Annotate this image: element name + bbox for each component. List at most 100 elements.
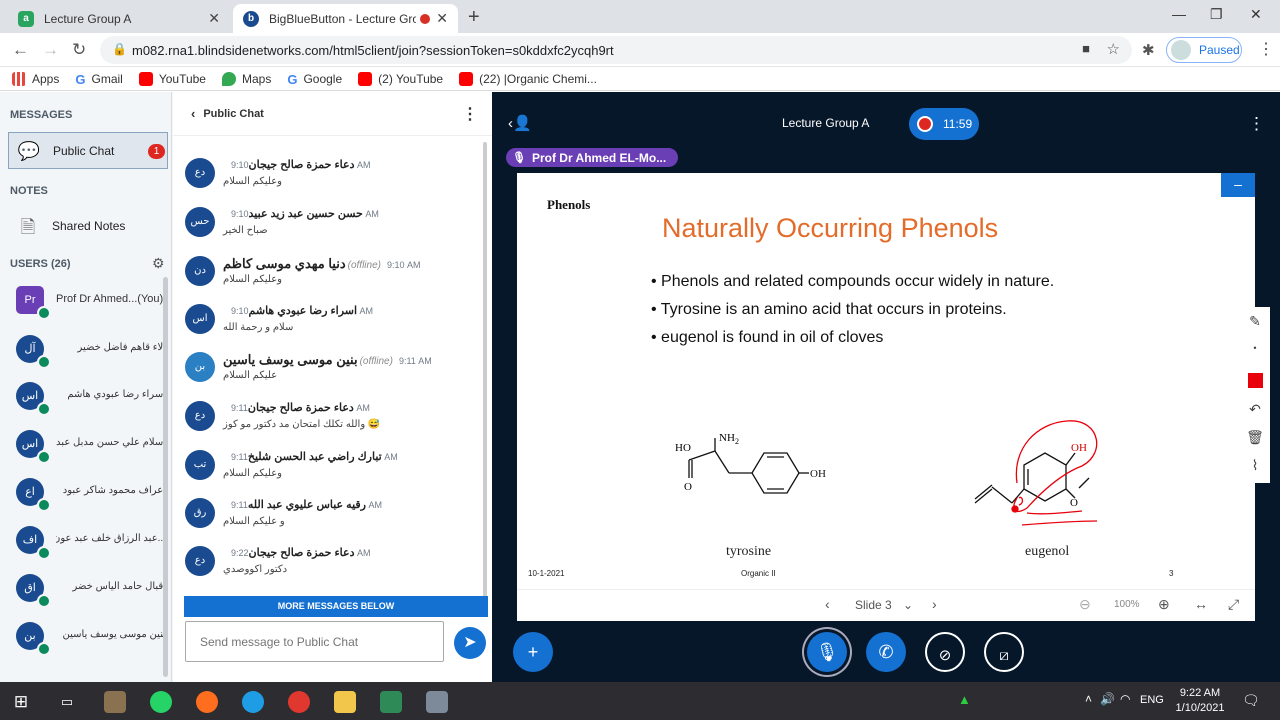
tray-icon[interactable]: ▲	[958, 692, 971, 707]
firefox-icon[interactable]	[196, 691, 218, 713]
user-list-item[interactable]: اس اسراء رضا عبودي هاشم	[16, 382, 166, 422]
app-icon[interactable]	[380, 691, 402, 713]
chat-bubble-icon: 💬	[17, 141, 41, 161]
undo-icon[interactable]: ↶	[1245, 401, 1265, 421]
user-list-item[interactable]: آل آلاء قاهم فاضل خضير	[16, 335, 166, 375]
more-messages-below-button[interactable]: MORE MESSAGES BELOW	[184, 596, 488, 617]
chevron-up-icon[interactable]: ˄	[1085, 692, 1092, 706]
wifi-icon[interactable]: ◠	[1120, 692, 1130, 706]
fit-width-icon[interactable]: ↔	[1194, 596, 1208, 612]
message-text: عليكم السلام	[223, 370, 278, 381]
user-list-item[interactable]: اف ...عبد الرزاق خلف عبد عون	[16, 526, 166, 566]
new-tab-button[interactable]: +	[468, 6, 480, 29]
bookmark-google[interactable]: G Google	[287, 72, 342, 87]
store-icon[interactable]	[104, 691, 126, 713]
chat-options-icon[interactable]: ⋮	[462, 104, 478, 124]
gear-icon[interactable]: ⚙	[152, 255, 165, 272]
bookmark-maps[interactable]: Maps	[221, 71, 271, 86]
public-chat-nav-item[interactable]: 💬 Public Chat 1	[8, 132, 168, 169]
chat-scrollbar[interactable]	[483, 142, 487, 612]
chat-message-input[interactable]	[185, 621, 444, 662]
bookmark-youtube-2[interactable]: (2) YouTube	[358, 71, 443, 86]
chevron-left-icon[interactable]: ‹	[191, 106, 195, 121]
system-clock[interactable]: 9:22 AM 1/10/2021	[1170, 686, 1230, 716]
app-icon[interactable]	[426, 691, 448, 713]
user-list-item[interactable]: اق اقبال حامد الياس خضر	[16, 574, 166, 614]
tab-lecture-group[interactable]: a Lecture Group A ✕	[8, 4, 230, 33]
slide-footer-date: 10-1-2021	[528, 569, 565, 578]
eugenol-label: eugenol	[1025, 544, 1070, 559]
user-list-item[interactable]: اس اسلام علي حسن مدبل عبد	[16, 430, 166, 470]
tab-bigbluebutton[interactable]: b BigBlueButton - Lecture Gro ✕	[233, 4, 458, 33]
chrome-icon[interactable]	[288, 691, 310, 713]
color-picker-button[interactable]	[1245, 371, 1265, 391]
slide-selector[interactable]: Slide 3 ⌄	[855, 598, 913, 612]
chat-message: حس حسن حسين عبد زيد عبيد9:10 AM صباح الخ…	[185, 205, 475, 253]
task-view-icon[interactable]: ▭	[56, 691, 78, 713]
profile-paused-button[interactable]: Paused	[1166, 37, 1242, 63]
document-icon: 🗎	[20, 217, 36, 237]
options-menu-icon[interactable]: ⋮	[1248, 114, 1265, 134]
notification-icon[interactable]: 🗨	[1242, 692, 1260, 709]
actions-plus-button[interactable]: +	[513, 632, 553, 672]
close-window-icon[interactable]: ✕	[1250, 6, 1262, 23]
back-arrow-icon[interactable]: ←	[12, 40, 29, 60]
avatar: بن	[185, 352, 215, 382]
share-screen-button[interactable]: ⧄	[984, 632, 1024, 672]
extensions-icon[interactable]: ✱	[1142, 41, 1155, 59]
previous-slide-icon[interactable]: ‹	[825, 596, 830, 612]
avatar: دع	[185, 401, 215, 431]
close-tab-icon[interactable]: ✕	[436, 10, 448, 27]
bookmark-organic-chemistry[interactable]: (22) |Organic Chemi...	[459, 71, 597, 86]
minimize-presentation-button[interactable]: –	[1221, 173, 1255, 197]
zoom-level: 100%	[1114, 599, 1140, 610]
chat-message: بن بنين موسى يوسف ياسين (offline) 9:11 AM …	[185, 350, 475, 398]
bookmark-youtube[interactable]: YouTube	[138, 71, 206, 86]
zoom-out-icon[interactable]: ⊖	[1079, 596, 1091, 613]
presentation-slide: Phenols Naturally Occurring Phenols • Ph…	[517, 173, 1255, 621]
slide-footer-course: Organic II	[741, 569, 776, 578]
user-list-item[interactable]: اع اعراف محمود شاكر عبود	[16, 478, 166, 518]
camera-icon[interactable]: ■	[1082, 41, 1090, 56]
multi-user-whiteboard-icon[interactable]: ⌇	[1245, 457, 1265, 477]
whatsapp-icon[interactable]	[150, 691, 172, 713]
unmute-microphone-button[interactable]: 🎙	[807, 632, 847, 672]
share-webcam-button[interactable]: ⊘	[925, 632, 965, 672]
user-list-item[interactable]: بن بنين موسى يوسف ياسين	[16, 622, 166, 662]
bookmark-gmail[interactable]: G Gmail	[75, 72, 122, 87]
volume-icon[interactable]: 🔊	[1100, 692, 1115, 706]
chat-message: رق رقيه عباس عليوي عبد الله9:11 AM و علي…	[185, 496, 475, 544]
minimize-icon[interactable]: —	[1172, 6, 1186, 22]
recording-tab-icon	[420, 13, 431, 24]
leave-audio-button[interactable]: ✆	[866, 632, 906, 672]
fullscreen-icon[interactable]: ⤢	[1228, 596, 1239, 613]
recording-indicator[interactable]: 11:59	[909, 108, 979, 140]
eugenol-structure: OH O	[974, 420, 1098, 526]
microphone-icon: 🎙	[512, 152, 526, 164]
user-list-toggle-icon[interactable]: ‹👤	[508, 114, 532, 132]
language-indicator[interactable]: ENG	[1140, 694, 1164, 706]
url-field[interactable]: 🔒 m082.rna1.blindsidenetworks.com/html5c…	[100, 36, 1132, 64]
file-explorer-icon[interactable]	[334, 691, 356, 713]
user-list-scrollbar[interactable]	[163, 277, 168, 677]
thickness-dot-icon[interactable]: •	[1245, 343, 1265, 363]
zoom-in-icon[interactable]: ⊕	[1158, 596, 1170, 613]
next-slide-icon[interactable]: ›	[932, 596, 937, 612]
message-sender: حسن حسين عبد زيد عبيد9:10 AM	[231, 208, 379, 220]
star-icon[interactable]: ☆	[1107, 40, 1120, 58]
bookmark-apps[interactable]: Apps	[12, 71, 59, 86]
forward-arrow-icon[interactable]: →	[42, 40, 59, 60]
tab-title: BigBlueButton - Lecture Gro	[269, 11, 417, 26]
shared-notes-nav-item[interactable]: 🗎 Shared Notes	[8, 207, 168, 244]
pencil-icon[interactable]: ✎	[1245, 313, 1265, 333]
annotation-drawing	[1011, 420, 1098, 526]
maximize-icon[interactable]: ❐	[1210, 6, 1223, 23]
windows-start-icon[interactable]: ⊞	[10, 691, 32, 713]
reload-icon[interactable]: ↻	[72, 40, 86, 60]
trash-icon[interactable]: 🗑	[1245, 429, 1265, 449]
edge-icon[interactable]	[242, 691, 264, 713]
close-tab-icon[interactable]: ✕	[208, 10, 220, 27]
browser-menu-icon[interactable]: ⋮	[1258, 39, 1274, 59]
user-list-item[interactable]: Pr Prof Dr Ahmed...(You)	[16, 286, 166, 326]
send-message-button[interactable]: ➤	[454, 627, 486, 659]
